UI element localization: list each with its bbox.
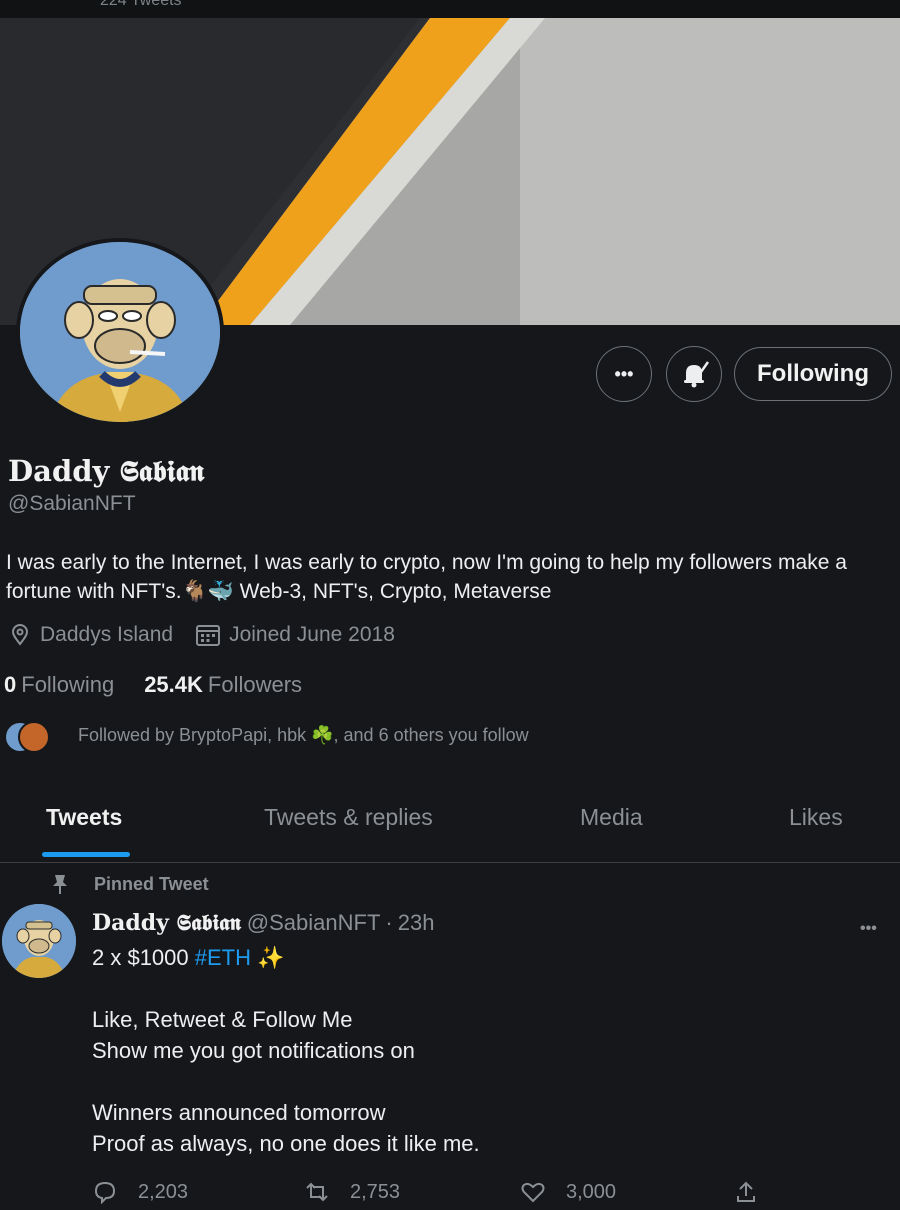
- ape-avatar-image: [20, 242, 220, 422]
- followed-by-avatars: [4, 719, 64, 753]
- profile-meta: Daddys Island Joined June 2018: [8, 623, 417, 647]
- tweet-line: [92, 973, 852, 1004]
- following-button[interactable]: Following: [734, 347, 892, 401]
- location-item: Daddys Island: [8, 623, 173, 647]
- share-icon: [737, 1181, 755, 1202]
- reply-count: 2,203: [138, 1180, 189, 1203]
- tweet-more-button[interactable]: •••: [860, 920, 877, 938]
- tab-media[interactable]: Media: [580, 804, 643, 831]
- retweet-button[interactable]: 2,753: [304, 1180, 400, 1204]
- tab-tweets-and-replies[interactable]: Tweets & replies: [264, 804, 433, 831]
- profile-display-name: Daddy 𝕾𝖆𝖇𝖎𝖆𝖓: [8, 454, 205, 488]
- tweet-line: [92, 1066, 852, 1097]
- hashtag-link[interactable]: #ETH: [195, 945, 251, 970]
- location-pin-icon: [11, 624, 29, 646]
- tweet-line: Proof as always, no one does it like me.: [92, 1131, 480, 1156]
- top-strip: 224 Tweets: [0, 0, 900, 18]
- tweet-text: 2 x $1000 #ETH ✨ Like, Retweet & Follow …: [92, 942, 852, 1159]
- bell-check-icon: [684, 361, 709, 388]
- pinned-indicator: Pinned Tweet: [50, 873, 209, 895]
- like-button[interactable]: 3,000: [520, 1180, 616, 1204]
- follow-stats: 0 Following 25.4K Followers: [4, 672, 332, 698]
- profile-handle: @SabianNFT: [8, 492, 136, 515]
- followers-count: 25.4K: [144, 672, 203, 697]
- location-text: Daddys Island: [40, 623, 174, 646]
- tab-tweets[interactable]: Tweets: [46, 804, 122, 831]
- pin-icon: [53, 875, 67, 894]
- follower-avatar: [18, 721, 50, 753]
- tweet-more-label: •••: [860, 920, 877, 937]
- retweet-count: 2,753: [350, 1180, 401, 1203]
- joined-text: Joined June 2018: [229, 623, 395, 646]
- calendar-icon: [196, 625, 221, 646]
- followed-by-row[interactable]: Followed by BryptoPapi, hbk ☘️, and 6 ot…: [4, 719, 529, 753]
- following-count: 0: [4, 672, 17, 697]
- sparkle-emoji: ✨: [251, 945, 285, 970]
- heart-icon: [521, 1182, 545, 1203]
- joined-item: Joined June 2018: [195, 623, 395, 647]
- more-options-label: •••: [614, 363, 634, 384]
- tweet-prize-text: 2 x $1000: [92, 945, 195, 970]
- tweet-line: Winners announced tomorrow: [92, 1100, 386, 1125]
- profile-avatar[interactable]: [16, 238, 224, 426]
- more-options-button[interactable]: •••: [596, 346, 652, 402]
- reply-button[interactable]: 2,203: [92, 1180, 188, 1204]
- retweet-icon: [306, 1182, 328, 1202]
- followed-by-text: Followed by BryptoPapi, hbk ☘️, and 6 ot…: [78, 724, 529, 745]
- following-stat[interactable]: 0 Following: [4, 672, 114, 698]
- tweet-separator: ·: [385, 910, 393, 935]
- tweet-count: 224 Tweets: [100, 0, 182, 9]
- like-count: 3,000: [566, 1180, 617, 1203]
- tweet-author-name[interactable]: Daddy 𝕾𝖆𝖇𝖎𝖆𝖓: [92, 910, 241, 936]
- active-tab-indicator: [42, 852, 130, 857]
- tab-likes[interactable]: Likes: [789, 804, 843, 831]
- tweet-line: Like, Retweet & Follow Me: [92, 1007, 353, 1032]
- profile-bio: I was early to the Internet, I was early…: [6, 551, 847, 603]
- share-button[interactable]: [734, 1180, 778, 1204]
- tweet-line: 2 x $1000 #ETH ✨: [92, 942, 852, 973]
- ape-avatar-image: [2, 904, 76, 978]
- tweet-actions: 2,203 2,753 3,000: [92, 1180, 792, 1210]
- followers-stat[interactable]: 25.4K Followers: [144, 672, 302, 698]
- profile-tabs: Tweets Tweets & replies Media Likes: [0, 790, 900, 863]
- notifications-button[interactable]: [666, 346, 722, 402]
- pinned-label: Pinned Tweet: [94, 873, 209, 894]
- following-stat-label: Following: [21, 672, 115, 697]
- tweet-header: Daddy 𝕾𝖆𝖇𝖎𝖆𝖓 @SabianNFT · 23h: [92, 910, 434, 936]
- tweet-line: Show me you got notifications on: [92, 1038, 415, 1063]
- tweet-author-avatar[interactable]: [2, 904, 76, 978]
- tweet-author-handle[interactable]: @SabianNFT: [247, 910, 381, 936]
- tweet-timestamp[interactable]: 23h: [398, 910, 435, 936]
- followers-stat-label: Followers: [207, 672, 303, 697]
- reply-icon: [94, 1181, 116, 1204]
